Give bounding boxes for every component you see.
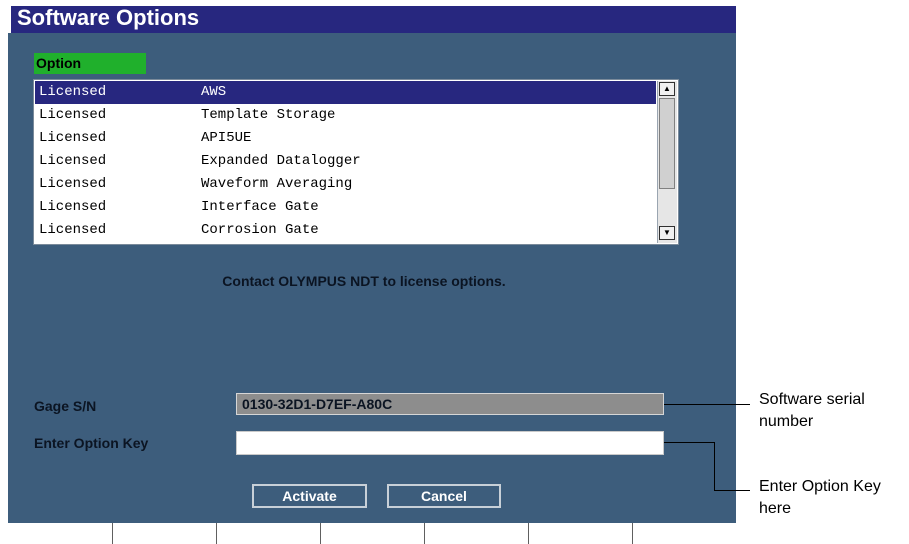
option-name: AWS: [201, 84, 227, 100]
list-item[interactable]: Licensed Corrosion Gate: [35, 219, 656, 242]
option-status: Licensed: [39, 199, 107, 215]
scroll-up-button[interactable]: ▲: [659, 82, 675, 96]
option-key-label: Enter Option Key: [34, 435, 149, 451]
option-status: Licensed: [39, 153, 107, 169]
softkey-5[interactable]: [424, 523, 528, 544]
page-title: Software Options: [17, 5, 200, 30]
serial-callout-line: [664, 404, 750, 405]
option-column-header: Option: [34, 53, 146, 74]
option-name: Template Storage: [201, 107, 336, 123]
gage-sn-field: 0130-32D1-D7EF-A80C: [236, 393, 664, 415]
list-item[interactable]: Licensed AWS: [35, 81, 656, 104]
title-bar: Software Options: [8, 5, 736, 33]
softkey-2[interactable]: [112, 523, 216, 544]
contact-message: Contact OLYMPUS NDT to license options.: [222, 273, 506, 289]
list-item[interactable]: Licensed Interface Gate: [35, 196, 656, 219]
option-key-annotation: Enter Option Key here: [759, 478, 881, 517]
triangle-down-icon: ▼: [663, 228, 671, 237]
option-status: Licensed: [39, 222, 107, 238]
option-status: Licensed: [39, 84, 107, 100]
scrollbar-thumb[interactable]: [659, 98, 675, 189]
list-item[interactable]: Licensed Waveform Averaging: [35, 173, 656, 196]
option-status: Licensed: [39, 130, 107, 146]
softkey-bar: [8, 523, 736, 544]
serial-annotation: Software serial number: [759, 391, 865, 430]
option-name: Corrosion Gate: [201, 222, 319, 238]
option-status: Licensed: [39, 176, 107, 192]
gage-sn-label: Gage S/N: [34, 398, 97, 414]
option-key-callout-line-h1: [664, 442, 714, 443]
activate-button[interactable]: Activate: [252, 484, 367, 508]
softkey-3[interactable]: [216, 523, 320, 544]
softkey-6[interactable]: [528, 523, 632, 544]
option-name: API5UE: [201, 130, 252, 146]
scroll-down-button[interactable]: ▼: [659, 226, 675, 240]
list-item[interactable]: Licensed Template Storage: [35, 104, 656, 127]
option-key-callout-line-h2: [714, 490, 750, 491]
option-name: Interface Gate: [201, 199, 319, 215]
triangle-up-icon: ▲: [663, 84, 671, 93]
list-item[interactable]: Licensed Expanded Datalogger: [35, 150, 656, 173]
list-item[interactable]: Licensed API5UE: [35, 127, 656, 150]
option-key-callout-line-v: [714, 442, 715, 491]
option-key-input[interactable]: [236, 431, 664, 455]
softkey-1[interactable]: [8, 523, 112, 544]
softkey-7[interactable]: [632, 523, 736, 544]
options-list[interactable]: Licensed AWS Licensed Template Storage Licen…: [33, 79, 679, 245]
cancel-button[interactable]: Cancel: [387, 484, 501, 508]
option-status: Licensed: [39, 107, 107, 123]
option-name: Waveform Averaging: [201, 176, 353, 192]
list-scrollbar[interactable]: ▲ ▼: [657, 81, 677, 243]
option-name: Expanded Datalogger: [201, 153, 361, 169]
softkey-4[interactable]: [320, 523, 424, 544]
